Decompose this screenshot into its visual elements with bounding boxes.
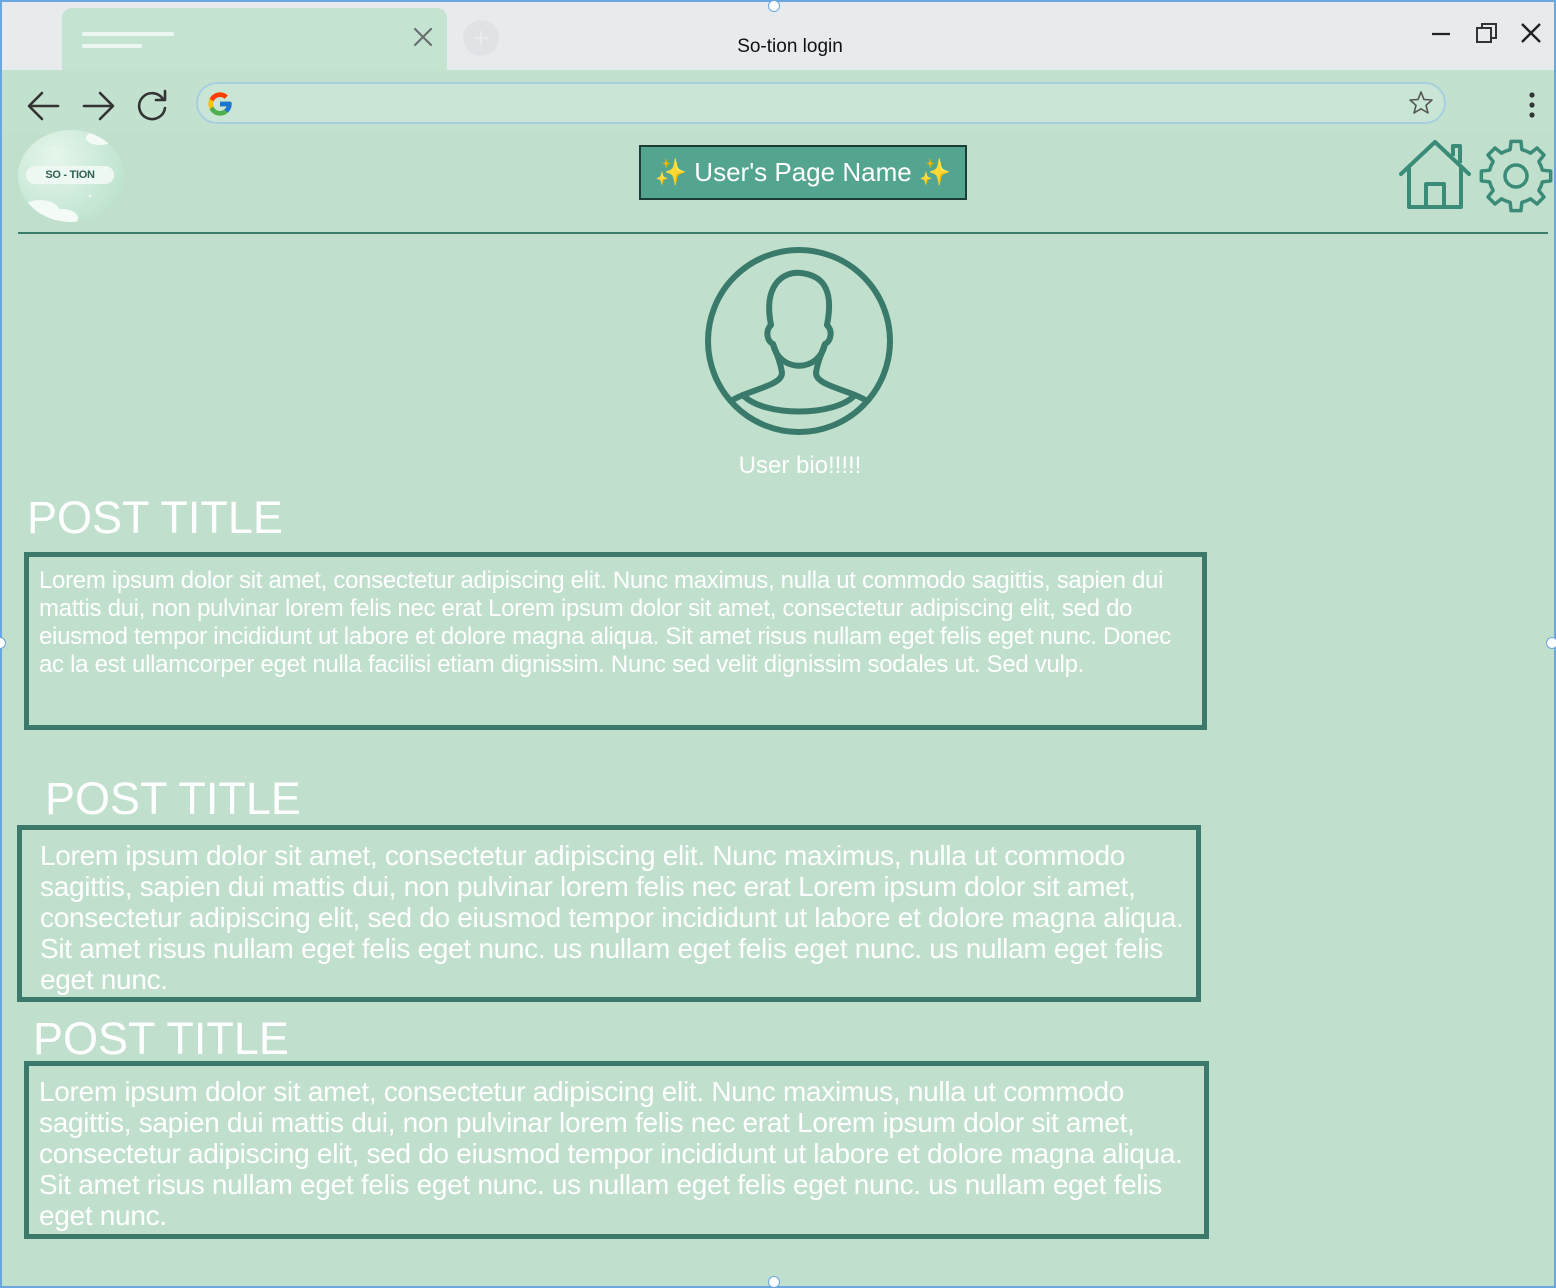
star-icon[interactable] <box>1407 89 1435 117</box>
tab-subtitle-placeholder <box>82 44 142 48</box>
address-bar[interactable] <box>196 82 1446 124</box>
arrow-right-icon[interactable] <box>78 86 118 126</box>
close-icon[interactable] <box>410 24 436 50</box>
logo[interactable]: SO - TION <box>18 130 124 222</box>
tab-title-placeholder <box>82 32 174 36</box>
new-tab-button[interactable] <box>463 20 499 56</box>
resize-handle-right[interactable] <box>1546 637 1556 649</box>
post-body: Lorem ipsum dolor sit amet, consectetur … <box>39 1076 1183 1231</box>
post-body: Lorem ipsum dolor sit amet, consectetur … <box>40 840 1184 995</box>
post-title: POST TITLE <box>27 492 283 543</box>
header-divider <box>18 232 1548 234</box>
google-icon <box>208 92 232 116</box>
post-card: Lorem ipsum dolor sit amet, consectetur … <box>17 825 1201 1002</box>
plus-icon <box>474 31 488 45</box>
home-icon[interactable] <box>1397 136 1473 212</box>
resize-handle-top[interactable] <box>768 0 780 12</box>
more-vertical-icon[interactable] <box>1518 88 1546 122</box>
post-body: Lorem ipsum dolor sit amet, consectetur … <box>39 567 1171 678</box>
resize-handle-bottom[interactable] <box>768 1276 780 1288</box>
window-title: So-tion login <box>737 36 843 57</box>
arrow-left-icon[interactable] <box>24 86 64 126</box>
page-title: ✨ User's Page Name ✨ <box>639 145 967 200</box>
post-title: POST TITLE <box>45 773 301 824</box>
post-card: Lorem ipsum dolor sit amet, consectetur … <box>24 552 1207 730</box>
post-title: POST TITLE <box>33 1013 289 1064</box>
user-bio: User bio!!!!! <box>738 452 862 479</box>
close-window-icon[interactable] <box>1518 20 1544 46</box>
resize-handle-left[interactable] <box>0 637 6 649</box>
logo-text: SO - TION <box>26 166 114 184</box>
minimize-icon[interactable] <box>1428 20 1454 46</box>
browser-tab[interactable] <box>62 8 447 70</box>
post-card: Lorem ipsum dolor sit amet, consectetur … <box>24 1061 1209 1239</box>
user-icon[interactable] <box>703 245 895 437</box>
restore-icon[interactable] <box>1474 20 1500 46</box>
reload-icon[interactable] <box>132 86 172 126</box>
gear-icon[interactable] <box>1478 138 1554 214</box>
